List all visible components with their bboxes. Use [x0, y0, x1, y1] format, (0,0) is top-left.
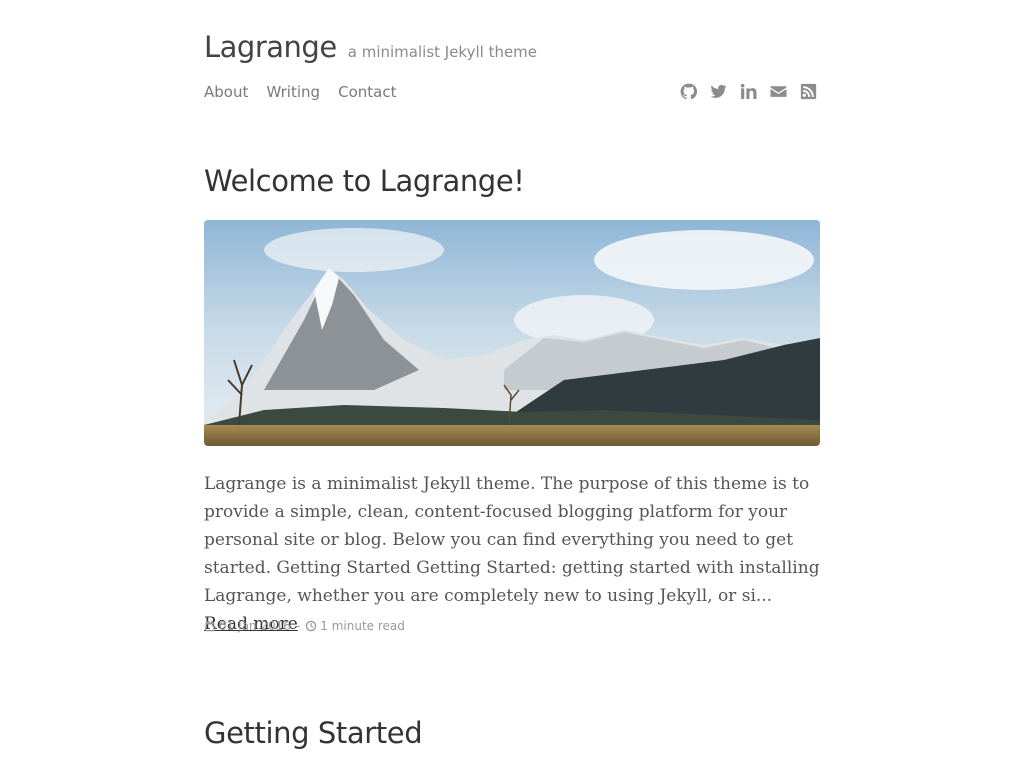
- twitter-icon[interactable]: [710, 83, 727, 100]
- site-header: Lagrange a minimalist Jekyll theme: [204, 30, 537, 64]
- post-title[interactable]: Welcome to Lagrange!: [204, 164, 525, 198]
- post-hero-image: [204, 220, 820, 446]
- nav-contact[interactable]: Contact: [338, 83, 396, 101]
- post-excerpt: Lagrange is a minimalist Jekyll theme. T…: [204, 470, 820, 638]
- calendar-icon: [205, 620, 215, 632]
- social-links: [680, 83, 817, 100]
- nav-about[interactable]: About: [204, 83, 248, 101]
- post-excerpt-text: Lagrange is a minimalist Jekyll theme. T…: [204, 474, 820, 606]
- github-icon[interactable]: [680, 83, 698, 100]
- site-title-link[interactable]: Lagrange: [204, 30, 337, 64]
- envelope-icon[interactable]: [770, 83, 787, 100]
- meta-separator: -: [295, 619, 301, 633]
- post-read-time: 1 minute read: [320, 619, 405, 633]
- post-date: 01 Jan 2016: [219, 619, 291, 633]
- main-nav: About Writing Contact: [204, 82, 409, 101]
- site-tagline: a minimalist Jekyll theme: [347, 43, 538, 61]
- rss-icon[interactable]: [800, 83, 817, 100]
- post-meta: 01 Jan 2016 - 1 minute read: [204, 619, 405, 633]
- linkedin-icon[interactable]: [740, 83, 757, 100]
- nav-writing[interactable]: Writing: [266, 83, 320, 101]
- clock-icon: [306, 620, 317, 632]
- post-title[interactable]: Getting Started: [204, 716, 423, 750]
